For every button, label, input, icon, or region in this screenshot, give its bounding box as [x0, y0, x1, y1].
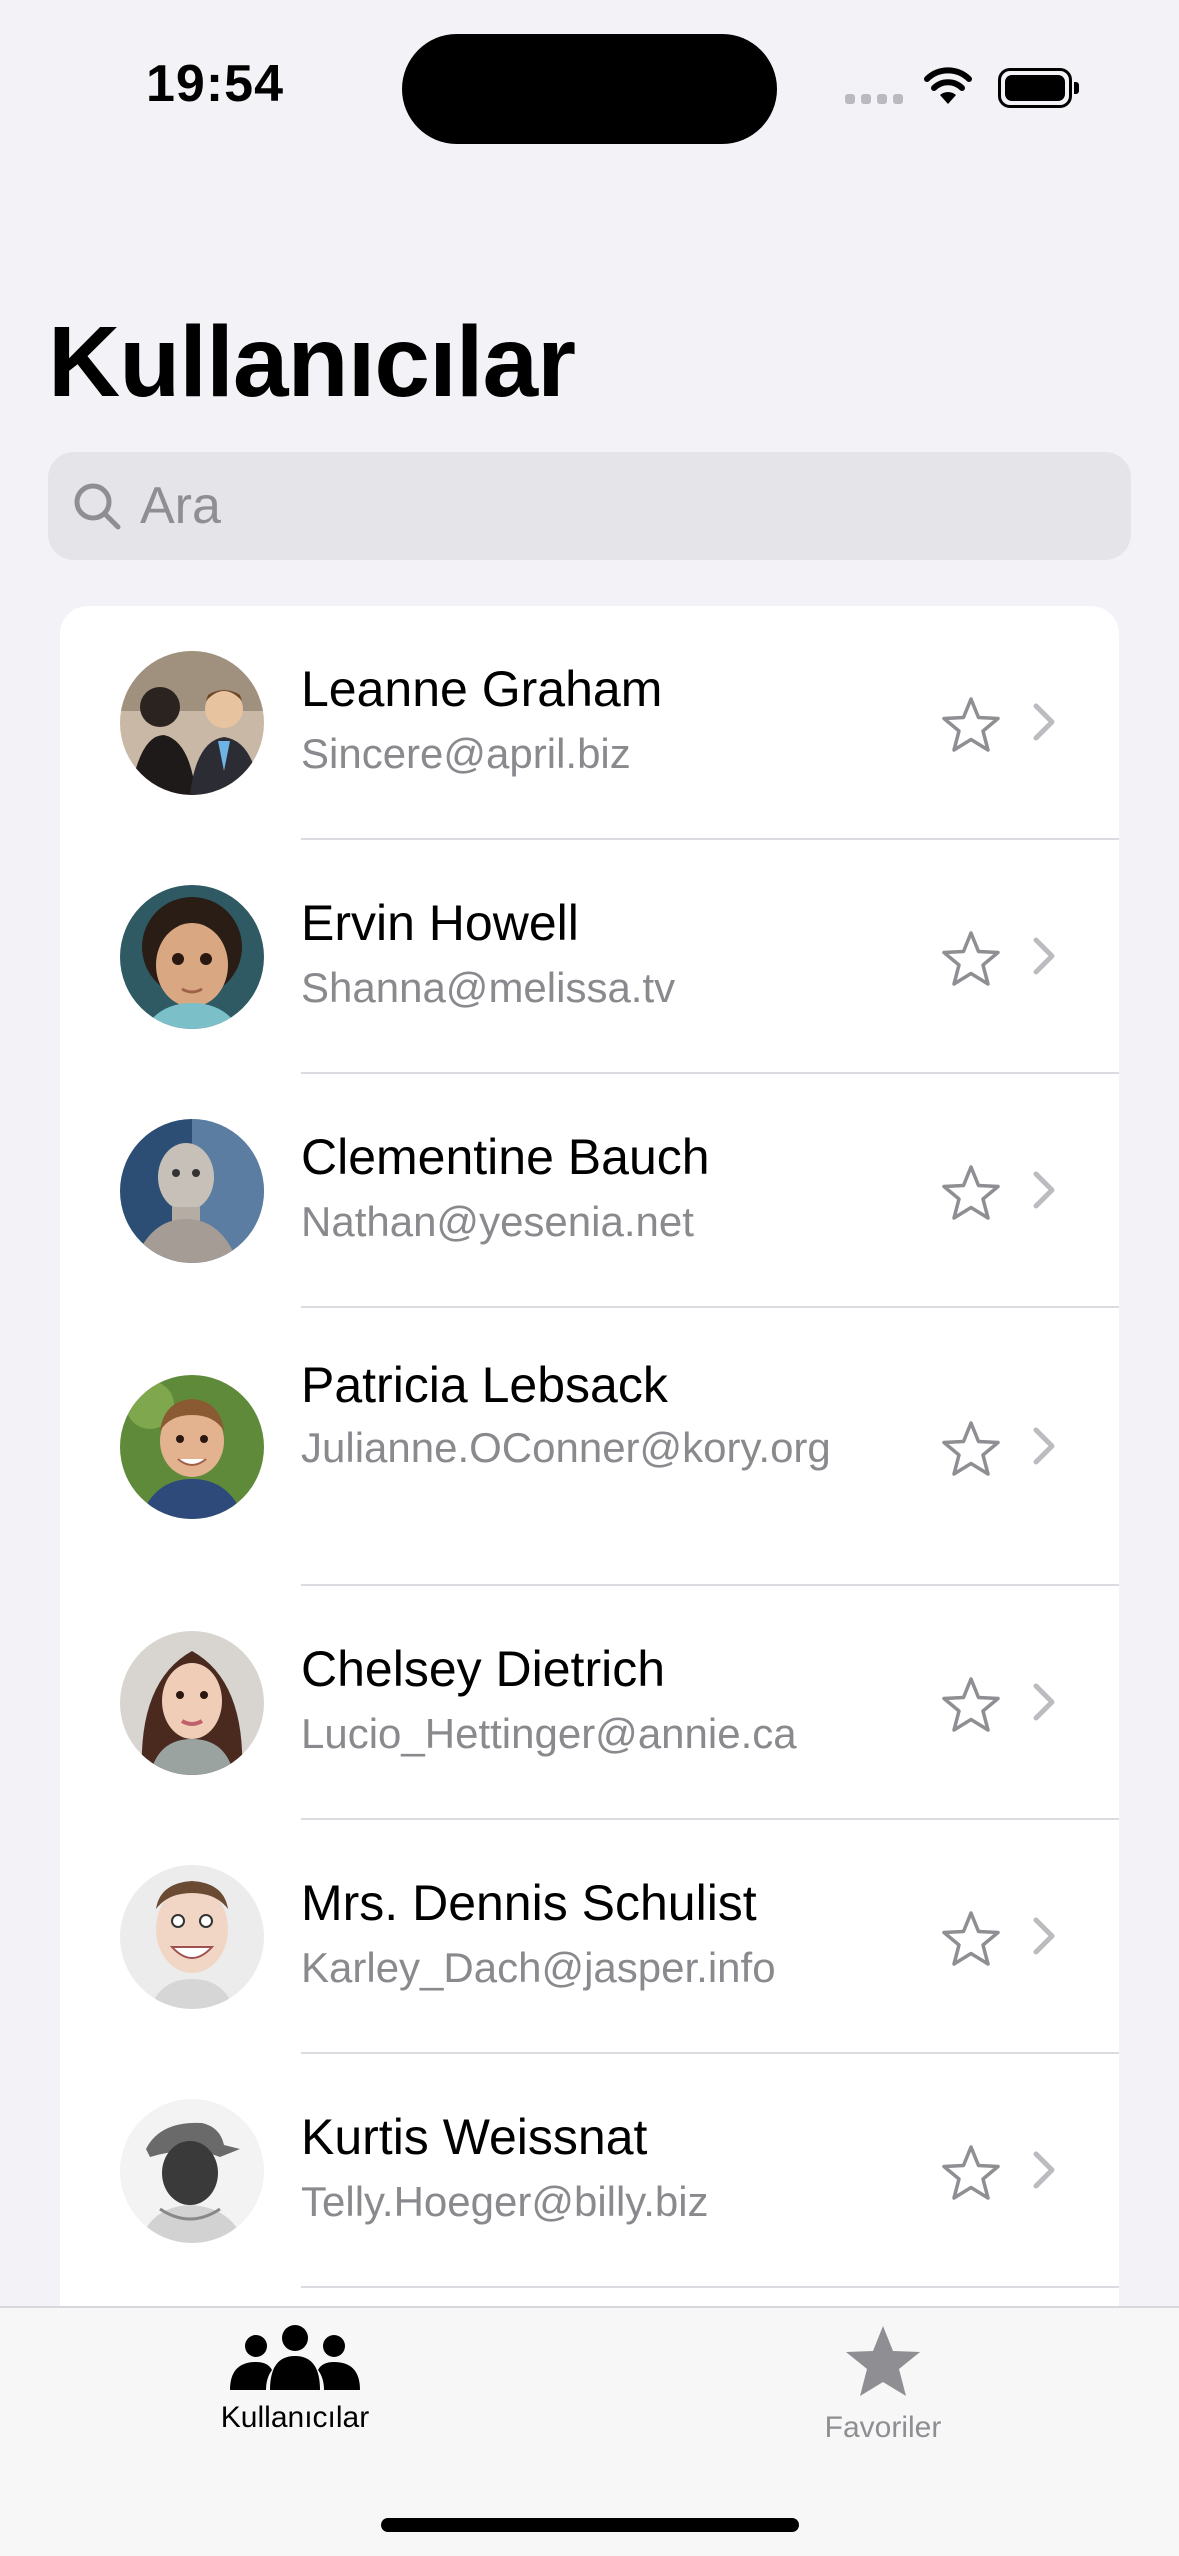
page-title: Kullanıcılar [48, 306, 576, 418]
avatar [120, 1119, 264, 1263]
list-item[interactable]: Mrs. Dennis Schulist Karley_Dach@jasper.… [60, 1820, 1119, 2054]
user-name: Ervin Howell [301, 895, 579, 951]
wifi-icon [924, 67, 972, 104]
user-name: Mrs. Dennis Schulist [301, 1875, 757, 1931]
avatar [120, 651, 264, 795]
chevron-right-icon [1033, 2151, 1055, 2189]
battery-icon [998, 68, 1079, 108]
tab-favoriler[interactable]: Favoriler [733, 2324, 1033, 2445]
cellular-signal-icon [845, 94, 905, 108]
chevron-right-icon [1033, 1171, 1055, 1209]
avatar [120, 885, 264, 1029]
chevron-right-icon [1033, 703, 1055, 741]
chevron-right-icon [1033, 1917, 1055, 1955]
favorite-star-icon[interactable] [940, 929, 1002, 989]
favorite-star-icon[interactable] [940, 1675, 1002, 1735]
list-item[interactable]: Clementine Bauch Nathan@yesenia.net [60, 1074, 1119, 1308]
user-email: Nathan@yesenia.net [301, 1198, 694, 1245]
user-list: Leanne Graham Sincere@april.biz Ervin Ho… [60, 606, 1119, 2306]
favorite-star-icon[interactable] [940, 1419, 1002, 1479]
user-name: Kurtis Weissnat [301, 2109, 648, 2165]
people-icon [230, 2325, 360, 2390]
chevron-right-icon [1033, 937, 1055, 975]
user-email: Lucio_Hettinger@annie.ca [301, 1710, 797, 1757]
chevron-right-icon [1033, 1427, 1055, 1465]
avatar [120, 1865, 264, 2009]
list-item[interactable]: Patricia Lebsack Julianne.OConner@kory.o… [60, 1308, 1119, 1586]
list-item[interactable]: Ervin Howell Shanna@melissa.tv [60, 840, 1119, 1074]
list-item[interactable]: Chelsey Dietrich Lucio_Hettinger@annie.c… [60, 1586, 1119, 1820]
avatar [120, 1631, 264, 1775]
search-icon [74, 483, 121, 530]
list-item[interactable]: Kurtis Weissnat Telly.Hoeger@billy.biz [60, 2054, 1119, 2288]
list-item[interactable]: Leanne Graham Sincere@april.biz [60, 606, 1119, 840]
user-email: Karley_Dach@jasper.info [301, 1944, 776, 1991]
tab-label: Kullanıcılar [220, 2401, 370, 2434]
tab-label: Favoriler [824, 2411, 942, 2444]
user-name: Clementine Bauch [301, 1129, 710, 1185]
favorite-star-icon[interactable] [940, 2143, 1002, 2203]
favorite-star-icon[interactable] [940, 695, 1002, 755]
row-separator [301, 2286, 1119, 2288]
chevron-right-icon [1033, 1683, 1055, 1721]
tab-kullanicilar[interactable]: Kullanıcılar [145, 2324, 445, 2435]
screen: 19:54 Kullanıcılar Ara Leanne Graham Sin… [0, 0, 1179, 2556]
user-email: Sincere@april.biz [301, 730, 631, 777]
home-indicator [381, 2518, 799, 2532]
user-name: Chelsey Dietrich [301, 1641, 666, 1697]
status-time: 19:54 [146, 55, 284, 113]
user-email: Shanna@melissa.tv [301, 964, 676, 1011]
user-email: Julianne.OConner@kory.org [301, 1424, 831, 1471]
avatar [120, 1375, 264, 1519]
search-bar[interactable] [48, 452, 1131, 560]
favorite-star-icon[interactable] [940, 1909, 1002, 1969]
search-input[interactable] [140, 476, 1040, 536]
user-name: Patricia Lebsack [301, 1357, 668, 1413]
avatar [120, 2099, 264, 2243]
dynamic-island [402, 34, 777, 144]
star-fill-icon [846, 2326, 920, 2396]
favorite-star-icon[interactable] [940, 1163, 1002, 1223]
user-name: Leanne Graham [301, 661, 663, 717]
user-email: Telly.Hoeger@billy.biz [301, 2178, 709, 2225]
